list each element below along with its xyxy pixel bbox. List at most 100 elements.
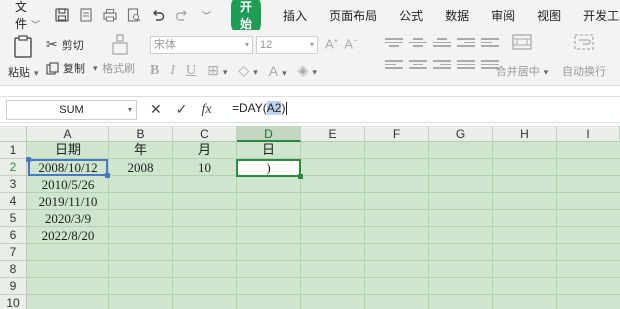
row-header-7[interactable]: 7 <box>0 244 27 261</box>
export-pdf-icon[interactable] <box>78 8 93 23</box>
cell-a1[interactable]: 日期 <box>28 142 108 159</box>
font-name-select[interactable]: 宋体 ▾ <box>150 36 253 54</box>
formula-suffix: ) <box>281 101 286 115</box>
align-middle-icon[interactable] <box>409 38 427 48</box>
formula-input[interactable]: =DAY(A2) <box>232 101 288 116</box>
tab-review[interactable]: 审阅 <box>491 7 515 24</box>
paste-label: 粘贴 ▾ <box>8 67 39 79</box>
merge-center-button[interactable]: 合并居中 ▾ <box>494 34 550 79</box>
menu-bar: 文件﹀ ﹀ 开始 插入 页面布局 公式 数据 审阅 视图 开发工具 <box>0 0 620 35</box>
wrap-text-icon <box>574 34 594 50</box>
cell-a3[interactable]: 2010/5/26 <box>28 176 108 193</box>
paste-icon <box>14 35 32 58</box>
tab-developer[interactable]: 开发工具 <box>583 7 620 24</box>
cell-a6[interactable]: 2022/8/20 <box>28 227 108 244</box>
cell-c1[interactable]: 月 <box>173 142 236 159</box>
redo-icon[interactable] <box>174 8 189 23</box>
undo-icon[interactable] <box>150 8 165 23</box>
wrap-text-button[interactable]: 自动换行 <box>556 34 612 79</box>
column-header-f[interactable]: F <box>365 126 429 142</box>
tab-data[interactable]: 数据 <box>445 7 469 24</box>
format-painter-button[interactable]: 格式刷 <box>102 34 136 75</box>
gridline <box>27 260 620 261</box>
border-icon[interactable]: ⊞ ▾ <box>207 62 227 79</box>
format-painter-icon <box>112 34 128 55</box>
column-header-h[interactable]: H <box>493 126 557 142</box>
confirm-icon[interactable]: ✓ <box>176 101 188 118</box>
font-format-row: B I U ⊞ ▾ ◇ ▾ A ▾ ◈ ▾ <box>150 62 317 79</box>
cell-d2[interactable]: ) <box>238 159 299 176</box>
row-header-10[interactable]: 10 <box>0 295 27 309</box>
copy-button[interactable]: 复制 ▾ <box>46 60 98 76</box>
cancel-icon[interactable]: ✕ <box>150 101 162 118</box>
cut-button[interactable]: ✂ 剪切 <box>46 36 84 53</box>
align-center-icon[interactable] <box>409 60 427 70</box>
italic-icon[interactable]: I <box>170 63 175 79</box>
print-preview-icon[interactable] <box>126 8 141 23</box>
cell-b2[interactable]: 2008 <box>109 159 172 176</box>
decrease-font-icon[interactable]: A− <box>344 36 357 51</box>
cell-a4[interactable]: 2019/11/10 <box>28 193 108 210</box>
column-header-a[interactable]: A <box>27 126 109 142</box>
ribbon: 粘贴 ▾ ✂ 剪切 复制 ▾ 格式刷 宋体 ▾ 12 ▾ A+ A− B I U ⊞ ▾ … <box>0 30 620 86</box>
font-size-select[interactable]: 12 ▾ <box>256 36 318 54</box>
text-caret <box>286 102 288 116</box>
align-left-icon[interactable] <box>385 60 403 70</box>
tab-insert[interactable]: 插入 <box>283 7 307 24</box>
row-header-4[interactable]: 4 <box>0 193 27 210</box>
chevron-down-icon: ﹀ <box>31 20 41 30</box>
column-header-g[interactable]: G <box>429 126 493 142</box>
align-right-icon[interactable] <box>433 60 451 70</box>
format-painter-label: 格式刷 <box>102 63 135 75</box>
spreadsheet-grid[interactable]: A B C D E F G H I 1 2 3 4 5 6 7 8 9 10 日… <box>0 126 620 309</box>
bold-icon[interactable]: B <box>150 63 159 79</box>
insert-function-icon[interactable]: fx <box>201 102 211 118</box>
gridline <box>27 209 620 210</box>
column-header-i[interactable]: I <box>557 126 620 142</box>
clear-format-icon[interactable]: ◈ ▾ <box>298 62 317 79</box>
column-header-b[interactable]: B <box>109 126 173 142</box>
tab-formulas[interactable]: 公式 <box>399 7 423 24</box>
file-menu[interactable]: 文件 ﹀ <box>15 0 40 32</box>
font-color-icon[interactable]: A ▾ <box>269 63 287 79</box>
merge-icon <box>512 34 532 50</box>
formula-actions: ✕ ✓ fx <box>150 101 212 118</box>
row-header-6[interactable]: 6 <box>0 227 27 244</box>
quick-access-more-icon[interactable]: ﹀ <box>202 9 211 22</box>
tab-view[interactable]: 视图 <box>537 7 561 24</box>
row-header-5[interactable]: 5 <box>0 210 27 227</box>
wrap-text-label: 自动换行 <box>562 66 606 78</box>
cut-label: 剪切 <box>61 39 84 52</box>
gridline <box>27 192 620 193</box>
column-header-e[interactable]: E <box>301 126 365 142</box>
cell-c2[interactable]: 10 <box>173 159 236 176</box>
cell-b1[interactable]: 年 <box>109 142 172 159</box>
paste-button[interactable]: 粘贴 ▾ <box>8 34 40 79</box>
cell-a5[interactable]: 2020/3/9 <box>28 210 108 227</box>
alignment-group <box>385 38 499 70</box>
column-header-c[interactable]: C <box>173 126 237 142</box>
align-top-icon[interactable] <box>385 38 403 48</box>
print-icon[interactable] <box>102 8 117 23</box>
fill-color-icon[interactable]: ◇ ▾ <box>238 62 257 79</box>
justify-icon[interactable] <box>457 60 475 70</box>
increase-font-icon[interactable]: A+ <box>325 36 338 51</box>
cell-d1[interactable]: 日 <box>237 142 300 159</box>
tab-page-layout[interactable]: 页面布局 <box>329 7 377 24</box>
row-header-2[interactable]: 2 <box>0 159 27 176</box>
formula-bar: SUM ▾ ✕ ✓ fx =DAY(A2) <box>0 96 620 123</box>
row-header-8[interactable]: 8 <box>0 261 27 278</box>
row-header-3[interactable]: 3 <box>0 176 27 193</box>
gridline <box>27 294 620 295</box>
save-icon[interactable] <box>54 8 69 23</box>
row-header-1[interactable]: 1 <box>0 142 27 159</box>
indent-decrease-icon[interactable] <box>457 38 475 48</box>
formula-reference: A2 <box>266 101 282 115</box>
align-bottom-icon[interactable] <box>433 38 451 48</box>
underline-icon[interactable]: U <box>186 63 196 79</box>
gridline <box>27 277 620 278</box>
name-box[interactable]: SUM ▾ <box>6 100 137 120</box>
row-header-9[interactable]: 9 <box>0 278 27 295</box>
select-all-corner[interactable] <box>0 126 27 142</box>
column-header-d[interactable]: D <box>237 126 301 142</box>
